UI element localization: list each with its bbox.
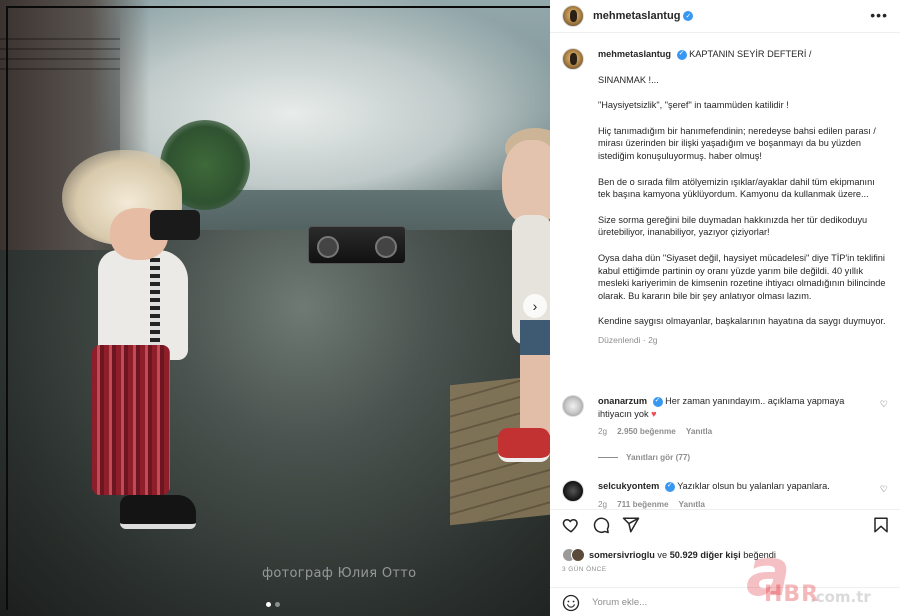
- photo-watermark: фотограф Юлия Отто: [262, 566, 417, 581]
- comment-username[interactable]: selcukyontem: [598, 481, 659, 491]
- liked-by: somersivrioglu ve 50.929 diğer kişi beğe…: [562, 548, 776, 562]
- photo-border: [6, 6, 550, 610]
- comment-icon[interactable]: [592, 516, 610, 534]
- comment-like-count[interactable]: 711 beğenme: [617, 500, 668, 509]
- verified-badge-icon: ✓: [664, 481, 675, 492]
- comment-meta: 2g 2.950 beğenme Yanıtla: [598, 427, 888, 436]
- author-username[interactable]: mehmetaslantug: [593, 10, 680, 22]
- author-avatar[interactable]: [562, 5, 584, 27]
- verified-badge-icon: ✓: [652, 396, 663, 407]
- caption-paragraph: Kendine saygısı olmayanlar, başkalarının…: [598, 316, 886, 327]
- caption-paragraph: SINANMAK !...: [598, 74, 659, 85]
- post-actions: somersivrioglu ve 50.929 diğer kişi beğe…: [550, 509, 900, 616]
- caption-title: KAPTANIN SEYİR DEFTERİ /: [689, 49, 812, 59]
- caption-paragraph: "Haysiyetsizlik", "şeref" in taammüden k…: [598, 100, 789, 111]
- commenter-avatar[interactable]: [562, 395, 584, 417]
- comment-like-heart-icon[interactable]: ♡: [880, 399, 888, 410]
- post-header: mehmetaslantug ✓ •••: [550, 0, 900, 33]
- caption-paragraph: Hiç tanımadığım bir hanımefendinin; nere…: [598, 125, 876, 161]
- caption-text: mehmetaslantug ✓ KAPTANIN SEYİR DEFTERİ …: [598, 48, 888, 328]
- action-icons: [562, 516, 640, 534]
- comments-scroll-area[interactable]: mehmetaslantug ✓ KAPTANIN SEYİR DEFTERİ …: [550, 34, 900, 509]
- carousel-dot: [275, 602, 280, 607]
- next-slide-button[interactable]: ›: [523, 294, 547, 318]
- liked-by-connector: ve: [654, 550, 670, 560]
- emoji-icon[interactable]: [562, 594, 580, 612]
- comment-time: 2g: [598, 427, 608, 437]
- comment-text: onanarzum ✓ Her zaman yanındayım.. açıkl…: [598, 395, 868, 420]
- more-options-icon[interactable]: •••: [870, 8, 888, 22]
- heart-icon[interactable]: [562, 516, 580, 534]
- liker-avatar: [571, 548, 585, 562]
- carousel-dot: [266, 602, 271, 607]
- comment-body: Yazıklar olsun bu yalanları yapanlara.: [677, 481, 830, 491]
- liked-by-user[interactable]: somersivrioglu: [589, 550, 655, 560]
- red-heart-emoji-icon: ♥: [651, 408, 657, 419]
- comment-meta: 2g 711 beğenme Yanıtla: [598, 500, 888, 509]
- comment-like-count[interactable]: 2.950 beğenme: [617, 427, 676, 436]
- caption-author-avatar[interactable]: [562, 48, 584, 70]
- liked-by-others[interactable]: 50.929 diğer kişi: [670, 550, 741, 560]
- comment-time: 2g: [598, 499, 608, 509]
- comment-reply-button[interactable]: Yanıtla: [686, 427, 712, 436]
- comment-username[interactable]: onanarzum: [598, 396, 647, 406]
- caption-edited-meta: Düzenlendi · 2g: [598, 334, 658, 345]
- liked-by-suffix: beğendi: [740, 550, 776, 560]
- view-replies-button[interactable]: Yanıtları gör (77): [598, 453, 690, 462]
- carousel-dots: [266, 602, 280, 607]
- post-side-panel: mehmetaslantug ✓ ••• mehmetaslantug ✓ KA…: [550, 0, 900, 616]
- post-caption: mehmetaslantug ✓ KAPTANIN SEYİR DEFTERİ …: [562, 48, 888, 345]
- verified-badge-icon: ✓: [676, 49, 687, 60]
- verified-badge-icon: ✓: [683, 11, 694, 21]
- post-photo[interactable]: фотограф Юлия Отто ›: [0, 0, 550, 616]
- caption-username[interactable]: mehmetaslantug: [598, 49, 671, 59]
- share-icon[interactable]: [622, 516, 640, 534]
- comment-input[interactable]: [592, 597, 752, 608]
- chevron-right-icon: ›: [532, 298, 538, 314]
- bookmark-icon[interactable]: [872, 516, 890, 534]
- comment-text: selcukyontem ✓ Yazıklar olsun bu yalanla…: [598, 480, 868, 493]
- add-comment-bar: [550, 587, 900, 616]
- comment-like-heart-icon[interactable]: ♡: [880, 484, 888, 495]
- view-replies-label: Yanıtları gör (77): [626, 453, 691, 462]
- caption-paragraph: Ben de o sırada film atölyemizin ışıklar…: [598, 176, 875, 200]
- comment-reply-button[interactable]: Yanıtla: [679, 500, 705, 509]
- commenter-avatar[interactable]: [562, 480, 584, 502]
- caption-paragraph: Oysa daha dün "Siyaset değil, haysiyet m…: [598, 252, 886, 301]
- replies-divider: [598, 457, 618, 458]
- comment-item: selcukyontem ✓ Yazıklar olsun bu yalanla…: [562, 480, 888, 509]
- post-time-ago: 3 GÜN ÖNCE: [562, 566, 607, 573]
- caption-paragraph: Size sorma gereğini bile duymadan hakkın…: [598, 214, 868, 238]
- comment-item: onanarzum ✓ Her zaman yanındayım.. açıkl…: [562, 395, 888, 436]
